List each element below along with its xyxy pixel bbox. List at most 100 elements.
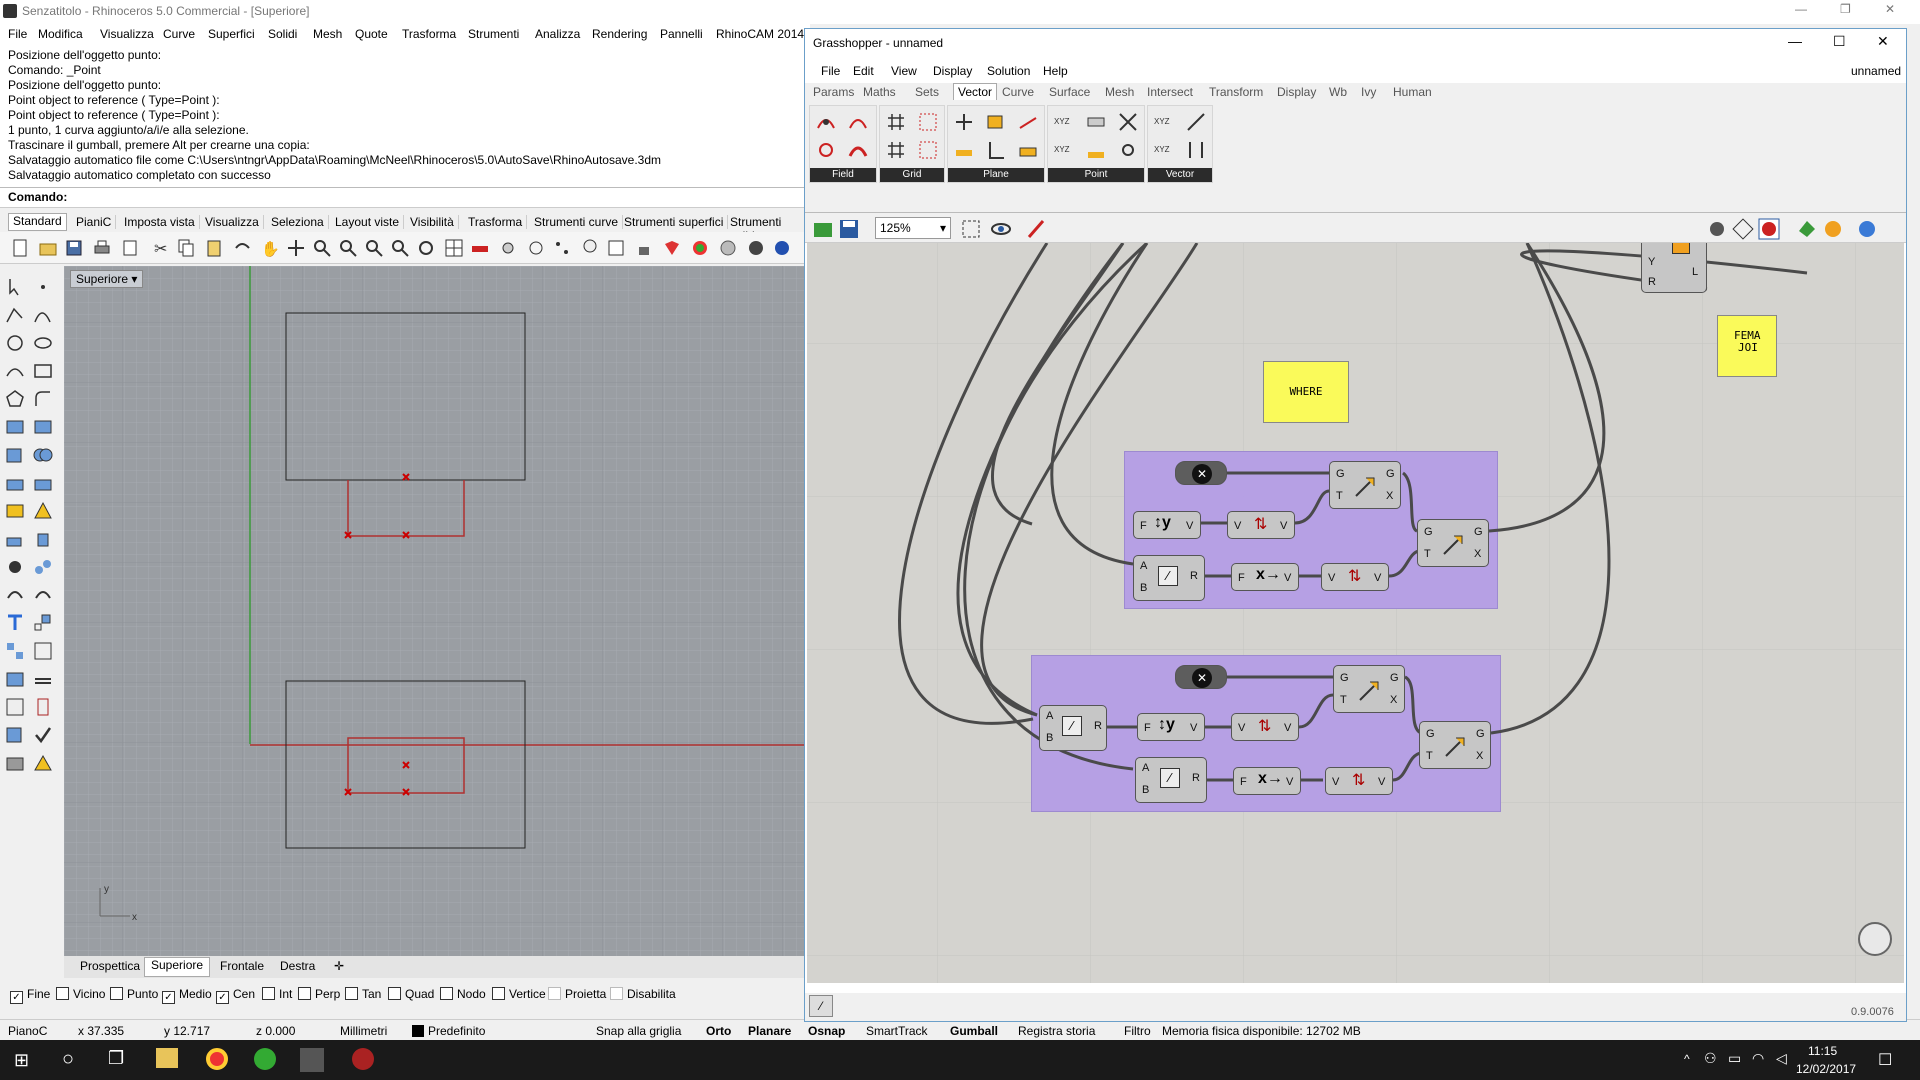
document-preview-icon[interactable] bbox=[1821, 217, 1845, 241]
gh-menu-edit[interactable]: Edit bbox=[853, 64, 874, 78]
plane-normal-icon[interactable] bbox=[1016, 110, 1040, 134]
select-arrow-icon[interactable] bbox=[4, 276, 26, 298]
command-history[interactable]: Posizione dell'oggetto punto: Comando: _… bbox=[0, 44, 806, 188]
tab-strumenti-superfici[interactable]: Strumenti superfici bbox=[620, 215, 729, 229]
gh-minimize-icon[interactable]: — bbox=[1788, 33, 1802, 49]
loft-icon[interactable] bbox=[32, 416, 54, 438]
gh-open-icon[interactable] bbox=[811, 217, 835, 241]
division-component[interactable]: A B R ⁄ bbox=[1135, 757, 1207, 803]
osnap-cen[interactable]: ✓ Cen bbox=[216, 987, 255, 1004]
tab-seleziona[interactable]: Seleziona bbox=[267, 215, 329, 229]
rect-grid-icon[interactable] bbox=[884, 138, 908, 162]
render-icon[interactable] bbox=[4, 752, 26, 774]
field-merge-icon[interactable] bbox=[846, 138, 870, 162]
gh-tab-display[interactable]: Display bbox=[1277, 85, 1316, 99]
menu-trasforma[interactable]: Trasforma bbox=[402, 27, 456, 41]
reverse-vector-component[interactable]: V V ⇅ bbox=[1227, 511, 1295, 539]
rhino-taskbar-icon[interactable] bbox=[300, 1048, 324, 1072]
tab-imposta-vista[interactable]: Imposta vista bbox=[120, 215, 200, 229]
division-component[interactable]: A B R ⁄ bbox=[1039, 705, 1107, 751]
deconstruct-vector-icon[interactable]: XYZ bbox=[1152, 138, 1176, 162]
gh-doc-name[interactable]: unnamed bbox=[1851, 64, 1901, 78]
preview-settings-icon[interactable] bbox=[1855, 217, 1879, 241]
reverse-vector-component[interactable]: V V ⇅ bbox=[1231, 713, 1299, 741]
osnap-tan[interactable]: Tan bbox=[345, 987, 381, 1001]
zoom-window-icon[interactable] bbox=[338, 238, 358, 258]
status-cplane[interactable]: PianoC bbox=[8, 1024, 47, 1038]
gh-tab-params[interactable]: Params bbox=[813, 85, 854, 99]
gh-menu-solution[interactable]: Solution bbox=[987, 64, 1030, 78]
gh-tab-ivy[interactable]: Ivy bbox=[1361, 85, 1376, 99]
menu-modifica[interactable]: Modifica bbox=[38, 27, 83, 41]
gh-tab-transform[interactable]: Transform bbox=[1209, 85, 1263, 99]
hatch-icon[interactable] bbox=[32, 668, 54, 690]
status-gumball[interactable]: Gumball bbox=[950, 1024, 998, 1038]
car-icon[interactable] bbox=[470, 238, 490, 258]
cull-duplicates-icon[interactable] bbox=[1116, 110, 1140, 134]
circle-icon[interactable] bbox=[4, 332, 26, 354]
group-icon[interactable] bbox=[32, 556, 54, 578]
osnap-proietta[interactable]: Proietta bbox=[548, 987, 606, 1001]
wireframe-icon[interactable] bbox=[1731, 217, 1755, 241]
osnap-vicino[interactable]: Vicino bbox=[56, 987, 105, 1001]
wifi-icon[interactable]: ◠ bbox=[1752, 1050, 1764, 1067]
menu-solidi[interactable]: Solidi bbox=[268, 27, 297, 41]
analyze-icon[interactable] bbox=[4, 556, 26, 578]
gh-close-icon[interactable]: ✕ bbox=[1877, 33, 1889, 50]
clock-date[interactable]: 12/02/2017 bbox=[1796, 1062, 1856, 1076]
vector-display-icon[interactable] bbox=[1184, 138, 1208, 162]
command-input[interactable]: Comando: bbox=[0, 188, 806, 208]
construct-point-component[interactable]: ✕ bbox=[1175, 665, 1227, 689]
gh-tab-mesh[interactable]: Mesh bbox=[1105, 85, 1134, 99]
xbox-icon[interactable] bbox=[254, 1048, 276, 1070]
construct-plane-icon[interactable] bbox=[984, 138, 1008, 162]
xy-plane-icon[interactable] bbox=[952, 138, 976, 162]
gh-tab-wb[interactable]: Wb bbox=[1329, 85, 1347, 99]
hex-grid-icon[interactable] bbox=[916, 110, 940, 134]
gh-tab-sets[interactable]: Sets bbox=[915, 85, 939, 99]
canvas-navigator-icon[interactable] bbox=[1855, 919, 1895, 959]
pan-hand-icon[interactable]: ✋ bbox=[258, 238, 278, 258]
paint-icon[interactable] bbox=[32, 752, 54, 774]
reverse-vector-component[interactable]: V V ⇅ bbox=[1325, 767, 1393, 795]
osnap-fine[interactable]: ✓ Fine bbox=[10, 987, 50, 1004]
tab-visibilita[interactable]: Visibilità bbox=[406, 215, 459, 229]
move-component[interactable]: G T G X bbox=[1417, 519, 1489, 567]
division-preview-icon[interactable]: ⁄ bbox=[809, 995, 833, 1017]
cluster-component[interactable]: Y R L bbox=[1641, 243, 1707, 293]
vector-2pt-icon[interactable] bbox=[1184, 110, 1208, 134]
sketch-pen-icon[interactable] bbox=[1025, 217, 1049, 241]
lock-icon[interactable] bbox=[634, 238, 654, 258]
battery-icon[interactable]: ▭ bbox=[1728, 1050, 1741, 1067]
project-point-icon[interactable] bbox=[1084, 138, 1108, 162]
status-ortho[interactable]: Orto bbox=[706, 1024, 731, 1038]
move-component[interactable]: G T G X bbox=[1333, 665, 1405, 713]
rotate-view-icon[interactable] bbox=[416, 238, 436, 258]
copy-icon[interactable] bbox=[176, 238, 196, 258]
populate-grid-icon[interactable] bbox=[916, 138, 940, 162]
sphere-gray-icon[interactable] bbox=[718, 238, 738, 258]
numbers-to-points-icon[interactable] bbox=[1084, 110, 1108, 134]
menu-curve[interactable]: Curve bbox=[163, 27, 195, 41]
gh-canvas[interactable]: ✕ G T G X F V ↕y V V ⇅ A B R ⁄ F V x→ V … bbox=[807, 243, 1904, 983]
preview-eye-icon[interactable] bbox=[989, 217, 1013, 241]
notification-icon[interactable]: ☐ bbox=[1878, 1050, 1892, 1070]
menu-quote[interactable]: Quote bbox=[355, 27, 388, 41]
cut-icon[interactable]: ✂ bbox=[150, 238, 170, 258]
gh-maximize-icon[interactable]: ☐ bbox=[1833, 33, 1846, 50]
unit-x-component[interactable]: F V x→ bbox=[1231, 563, 1299, 591]
status-planar[interactable]: Planare bbox=[748, 1024, 791, 1038]
gh-tab-maths[interactable]: Maths bbox=[863, 85, 896, 99]
transform-icon[interactable] bbox=[4, 528, 26, 550]
polyline-icon[interactable] bbox=[4, 304, 26, 326]
rectangle-icon[interactable] bbox=[32, 360, 54, 382]
osnap-vertice[interactable]: Vertice bbox=[492, 987, 546, 1001]
dimension-icon[interactable] bbox=[4, 612, 26, 634]
gh-menu-view[interactable]: View bbox=[891, 64, 917, 78]
points-icon[interactable] bbox=[552, 238, 572, 258]
status-osnap[interactable]: Osnap bbox=[808, 1024, 845, 1038]
field-point-charge-icon[interactable] bbox=[814, 138, 838, 162]
curve-icon[interactable] bbox=[32, 304, 54, 326]
gh-tab-human[interactable]: Human bbox=[1393, 85, 1432, 99]
lightbulb-icon[interactable] bbox=[580, 238, 600, 258]
